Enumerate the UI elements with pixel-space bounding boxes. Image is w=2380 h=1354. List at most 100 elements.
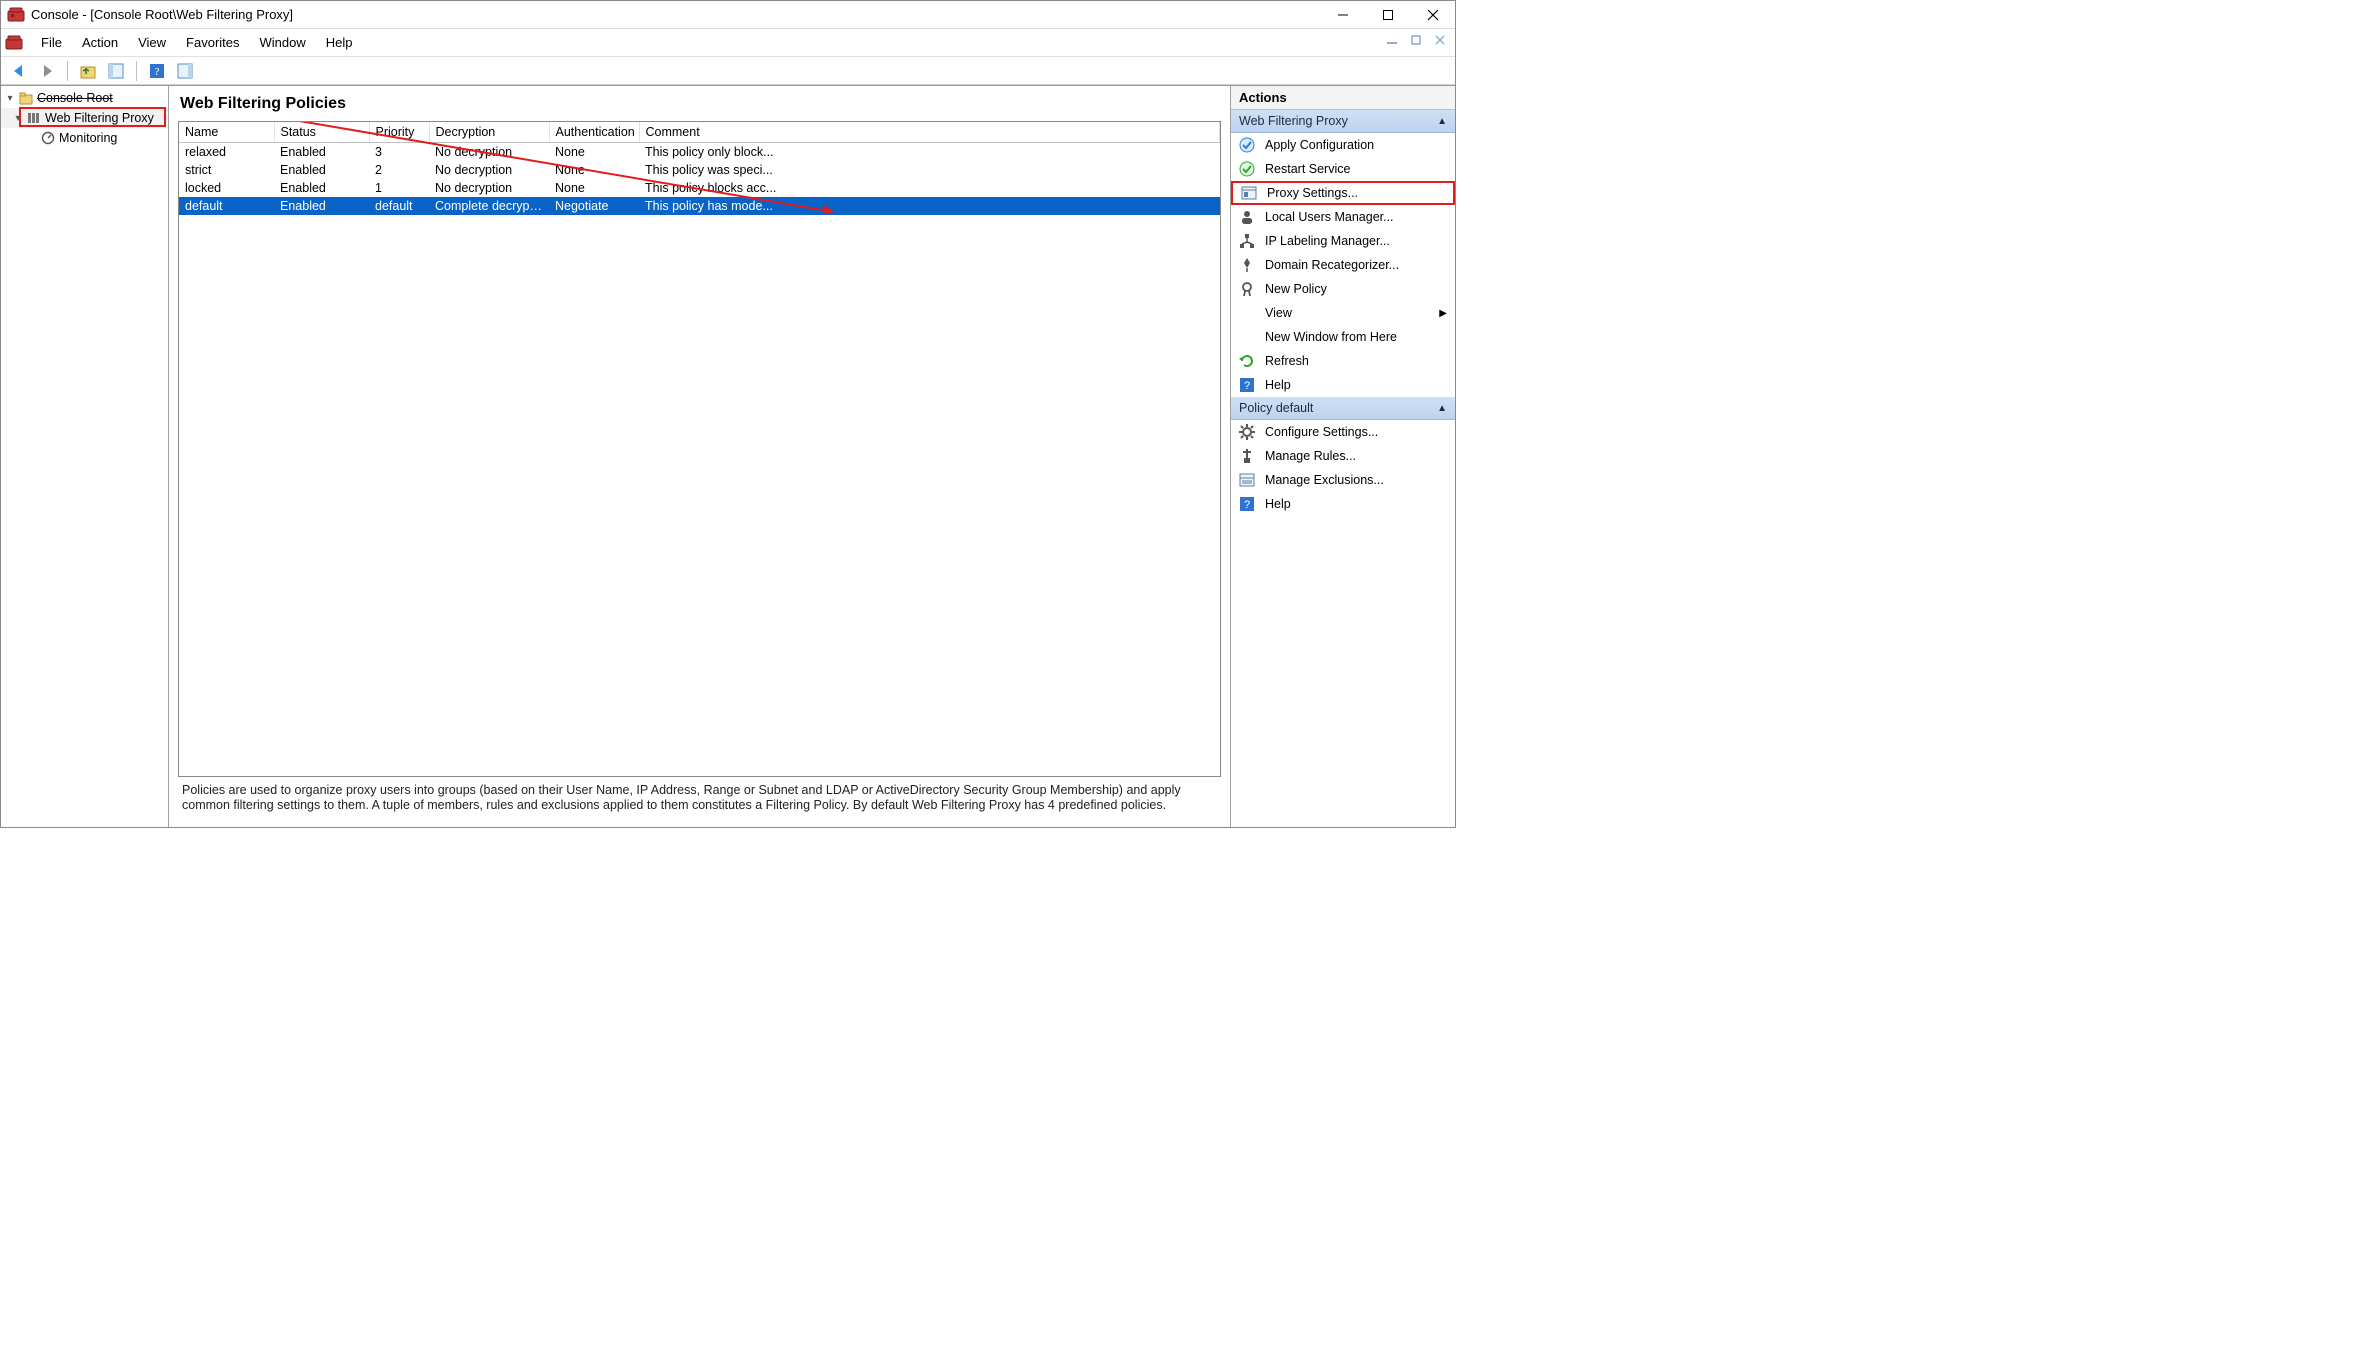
action-help2[interactable]: ?Help (1231, 492, 1455, 516)
action-label: Refresh (1265, 354, 1447, 368)
table-cell-comment: This policy was speci... (639, 161, 1220, 179)
action-label: Apply Configuration (1265, 138, 1447, 152)
action-manage-exclusions[interactable]: Manage Exclusions... (1231, 468, 1455, 492)
tree-pane: ▾ Console Root ▾ Web Filtering Proxy Mon… (1, 86, 169, 827)
actions-group-proxy-title: Web Filtering Proxy (1239, 114, 1348, 128)
table-cell-status: Enabled (274, 161, 369, 179)
actions-group-proxy-header[interactable]: Web Filtering Proxy ▲ (1231, 110, 1455, 133)
table-cell-decryption: No decryption (429, 143, 549, 162)
action-label: Help (1265, 378, 1447, 392)
action-label: Domain Recategorizer... (1265, 258, 1447, 272)
action-domain-recat[interactable]: Domain Recategorizer... (1231, 253, 1455, 277)
action-ip-labeling[interactable]: IP Labeling Manager... (1231, 229, 1455, 253)
mdi-restore-icon[interactable] (1410, 34, 1428, 52)
table-cell-status: Enabled (274, 143, 369, 162)
svg-text:?: ? (1244, 499, 1250, 511)
up-level-button[interactable] (76, 59, 100, 83)
table-cell-comment: This policy blocks acc... (639, 179, 1220, 197)
action-apply-config[interactable]: Apply Configuration (1231, 133, 1455, 157)
user-icon (1239, 209, 1255, 225)
tree-web-filtering-proxy[interactable]: ▾ Web Filtering Proxy (1, 108, 168, 128)
check-circle-green-icon (1239, 161, 1255, 177)
menu-action[interactable]: Action (72, 31, 128, 54)
window-buttons (1320, 1, 1455, 29)
table-row[interactable]: defaultEnableddefaultComplete decryption… (179, 197, 1220, 215)
nav-back-button[interactable] (7, 59, 31, 83)
maximize-button[interactable] (1365, 1, 1410, 29)
mdi-minimize-icon[interactable] (1386, 34, 1404, 52)
app-window: Console - [Console Root\Web Filtering Pr… (0, 0, 1456, 828)
help-icon: ? (1239, 496, 1255, 512)
minimize-button[interactable] (1320, 1, 1365, 29)
toolbar: ? (1, 57, 1455, 85)
close-button[interactable] (1410, 1, 1455, 29)
policies-table-wrap: Name Status Priority Decryption Authenti… (178, 121, 1221, 777)
policies-table: Name Status Priority Decryption Authenti… (179, 122, 1220, 215)
tree-monitoring[interactable]: Monitoring (1, 128, 168, 148)
menu-favorites[interactable]: Favorites (176, 31, 249, 54)
action-restart-service[interactable]: Restart Service (1231, 157, 1455, 181)
show-hide-tree-button[interactable] (104, 59, 128, 83)
collapse-up-icon: ▲ (1437, 116, 1447, 127)
col-priority[interactable]: Priority (369, 122, 429, 143)
table-row[interactable]: relaxedEnabled3No decryptionNoneThis pol… (179, 143, 1220, 162)
action-label: Local Users Manager... (1265, 210, 1447, 224)
table-cell-decryption: No decryption (429, 179, 549, 197)
action-configure-settings[interactable]: Configure Settings... (1231, 420, 1455, 444)
table-cell-name: strict (179, 161, 274, 179)
action-label: Manage Rules... (1265, 449, 1447, 463)
table-cell-auth: Negotiate (549, 197, 639, 215)
table-header-row: Name Status Priority Decryption Authenti… (179, 122, 1220, 143)
table-row[interactable]: lockedEnabled1No decryptionNoneThis poli… (179, 179, 1220, 197)
window-title: Console - [Console Root\Web Filtering Pr… (31, 7, 1320, 22)
action-label: Restart Service (1265, 162, 1447, 176)
action-label: Configure Settings... (1265, 425, 1447, 439)
actions-group-policy: Configure Settings... Manage Rules... Mana… (1231, 420, 1455, 516)
action-label: View (1265, 306, 1439, 320)
table-cell-name: locked (179, 179, 274, 197)
menu-help[interactable]: Help (316, 31, 363, 54)
table-cell-name: default (179, 197, 274, 215)
refresh-icon (1239, 353, 1255, 369)
blank-icon (1239, 329, 1255, 345)
svg-text:?: ? (155, 66, 160, 78)
annotation-arrow (179, 122, 1220, 776)
table-cell-auth: None (549, 161, 639, 179)
action-view[interactable]: View▶ (1231, 301, 1455, 325)
tree-wfp-label: Web Filtering Proxy (45, 111, 154, 125)
table-row[interactable]: strictEnabled2No decryptionNoneThis poli… (179, 161, 1220, 179)
mdi-close-icon[interactable] (1434, 34, 1452, 52)
table-cell-auth: None (549, 143, 639, 162)
action-new-policy[interactable]: New Policy (1231, 277, 1455, 301)
menu-file[interactable]: File (31, 31, 72, 54)
submenu-arrow-icon: ▶ (1439, 308, 1447, 319)
col-comment[interactable]: Comment (639, 122, 1220, 143)
server-icon (26, 110, 42, 126)
gauge-icon (40, 130, 56, 146)
action-label: Manage Exclusions... (1265, 473, 1447, 487)
actions-group-policy-title: Policy default (1239, 401, 1313, 415)
tree-console-root[interactable]: ▾ Console Root (1, 88, 168, 108)
network-icon (1239, 233, 1255, 249)
help-button[interactable]: ? (145, 59, 169, 83)
action-proxy-settings[interactable]: Proxy Settings... (1231, 181, 1455, 205)
nav-forward-button[interactable] (35, 59, 59, 83)
help-icon: ? (1239, 377, 1255, 393)
col-name[interactable]: Name (179, 122, 274, 143)
actions-group-proxy: Apply Configuration Restart Service Proxy … (1231, 133, 1455, 397)
col-auth[interactable]: Authentication (549, 122, 639, 143)
app-menu-icon[interactable] (5, 34, 23, 52)
col-status[interactable]: Status (274, 122, 369, 143)
action-new-window[interactable]: New Window from Here (1231, 325, 1455, 349)
menu-window[interactable]: Window (250, 31, 316, 54)
action-local-users[interactable]: Local Users Manager... (1231, 205, 1455, 229)
app-icon (7, 6, 25, 24)
col-decryption[interactable]: Decryption (429, 122, 549, 143)
action-manage-rules[interactable]: Manage Rules... (1231, 444, 1455, 468)
menu-view[interactable]: View (128, 31, 176, 54)
actions-group-policy-header[interactable]: Policy default ▲ (1231, 397, 1455, 420)
settings-panel-icon (1241, 185, 1257, 201)
action-refresh[interactable]: Refresh (1231, 349, 1455, 373)
action-help[interactable]: ? Help (1231, 373, 1455, 397)
show-hide-action-button[interactable] (173, 59, 197, 83)
